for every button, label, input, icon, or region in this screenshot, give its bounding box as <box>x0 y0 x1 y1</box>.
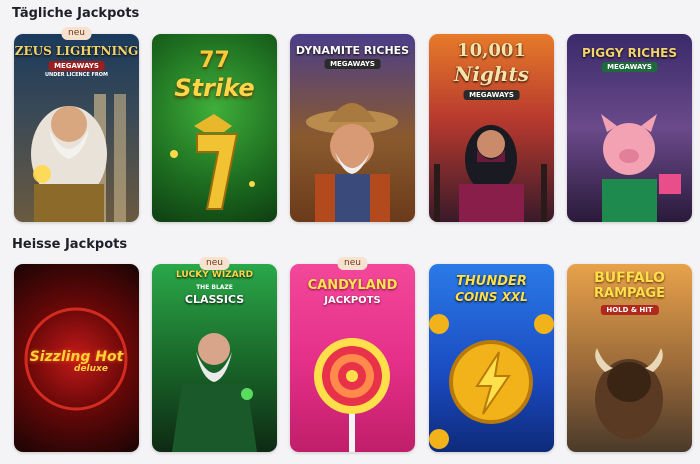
game-logo-line2: Nights <box>454 62 529 86</box>
game-number: 77 <box>199 48 230 73</box>
game-logo: PIGGY RICHES <box>582 46 677 60</box>
game-card-buffalo-rampage[interactable]: BUFFALO RAMPAGE HOLD & HIT <box>567 264 692 459</box>
game-card-sizzling-hot[interactable]: Sizzling Hot deluxe <box>14 264 139 459</box>
megaways-tag: MEGAWAYS <box>601 62 658 72</box>
section-title-hot-jackpots: Heisse Jackpots <box>12 237 128 252</box>
new-badge: neu <box>199 257 230 270</box>
section-title-daily-jackpots: Tägliche Jackpots <box>12 6 140 21</box>
game-card-777-strike[interactable]: 77 Strike <box>152 34 277 229</box>
new-badge: neu <box>61 27 92 40</box>
megaways-tag: MEGAWAYS <box>463 90 520 100</box>
game-logo: DYNAMITE RICHES <box>295 44 410 57</box>
megaways-tag: MEGAWAYS <box>324 59 381 69</box>
game-card-lucky-wizard[interactable]: LUCKY WIZARD THE BLAZE CLASSICS neu <box>152 257 277 459</box>
game-note: THE BLAZE <box>196 284 233 291</box>
game-logo: Strike <box>174 74 255 102</box>
game-card-thunder-coins-xxl[interactable]: THUNDER COINS XXL <box>429 264 554 459</box>
hold-hit-tag: HOLD & HIT <box>600 305 659 315</box>
game-card-dynamite-riches[interactable]: DYNAMITE RICHES MEGAWAYS <box>290 34 415 229</box>
new-badge: neu <box>337 257 368 270</box>
game-card-10001-nights[interactable]: 10,001 Nights MEGAWAYS <box>429 34 554 229</box>
game-card-piggy-riches[interactable]: PIGGY RICHES MEGAWAYS <box>567 34 692 229</box>
megaways-tag: MEGAWAYS <box>48 61 105 71</box>
game-logo-line2: CLASSICS <box>184 293 245 306</box>
game-card-zeus-lightning[interactable]: ZEUS LIGHTNING MEGAWAYS UNDER LICENCE FR… <box>14 27 139 229</box>
game-logo: CANDYLAND <box>307 278 398 293</box>
game-logo: BUFFALO <box>594 270 665 286</box>
game-logo-line2: RAMPAGE <box>594 286 665 301</box>
licence-note: UNDER LICENCE FROM <box>44 72 109 78</box>
game-logo: Sizzling Hot <box>29 349 124 365</box>
hot-jackpots-row: Sizzling Hot deluxe LUCKY WIZARD THE BLA… <box>14 257 692 464</box>
game-logo: THUNDER <box>456 274 527 289</box>
game-logo: ZEUS LIGHTNING <box>14 44 139 58</box>
game-card-candyland-jackpots[interactable]: CANDYLAND JACKPOTS neu <box>290 257 415 459</box>
game-logo-line2: JACKPOTS <box>324 295 381 306</box>
game-logo: LUCKY WIZARD <box>175 270 254 280</box>
game-logo-line2: COINS XXL <box>455 290 528 304</box>
game-logo: 10,001 <box>457 40 526 61</box>
daily-jackpots-row: ZEUS LIGHTNING MEGAWAYS UNDER LICENCE FR… <box>14 27 692 234</box>
game-logo-line2: deluxe <box>74 364 108 374</box>
